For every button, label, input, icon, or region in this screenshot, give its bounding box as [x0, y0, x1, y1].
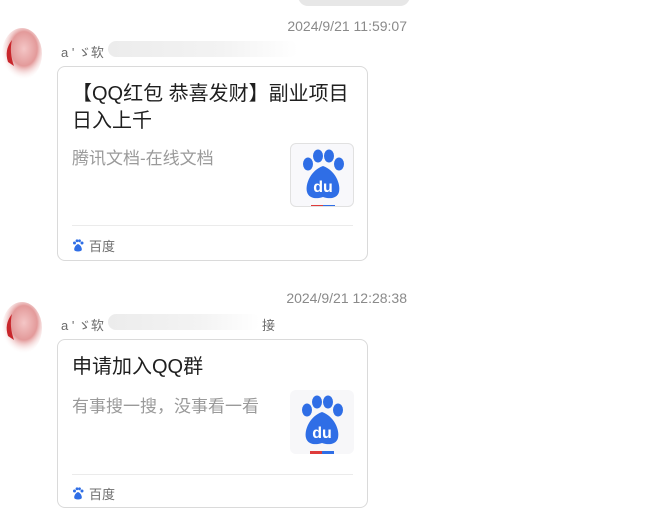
card-title: 【QQ红包 恭喜发财】副业项目日入上千: [72, 83, 349, 132]
baidu-paw-icon: du: [303, 149, 344, 206]
baidu-paw-icon: [73, 487, 84, 500]
card-divider: [72, 474, 353, 475]
sender-name-redaction: [108, 41, 298, 57]
sender-name: a ' ゞ软: [61, 318, 104, 333]
svg-text:du: du: [312, 425, 332, 442]
card-source: 百度: [72, 236, 115, 255]
card-description: 腾讯文档-在线文档: [72, 149, 214, 168]
sender-avatar[interactable]: [0, 22, 46, 82]
message-timestamp: 2024/9/21 12:28:38: [286, 290, 407, 306]
card-source: 百度: [72, 484, 115, 503]
previous-message-bubble: [298, 0, 410, 6]
card-source-label: 百度: [89, 239, 116, 254]
card-source-label: 百度: [89, 487, 116, 502]
sender-name-tail: 接: [262, 318, 276, 333]
sender-avatar[interactable]: [0, 296, 46, 356]
sender-name-redaction: [108, 314, 260, 330]
link-share-card[interactable]: 申请加入QQ群 有事搜一搜，没事看一看 du 百度: [57, 339, 368, 508]
card-divider: [72, 225, 353, 226]
svg-text:du: du: [313, 179, 333, 196]
sender-name: a ' ゞ软: [61, 45, 104, 60]
card-thumbnail: du: [290, 143, 354, 207]
baidu-paw-icon: [73, 239, 84, 252]
card-title: 申请加入QQ群: [72, 356, 204, 378]
card-description: 有事搜一搜，没事看一看: [72, 397, 259, 416]
baidu-paw-icon: du: [302, 395, 343, 454]
card-thumbnail: du: [290, 390, 354, 454]
message-timestamp: 2024/9/21 11:59:07: [287, 18, 407, 34]
link-share-card[interactable]: 【QQ红包 恭喜发财】副业项目日入上千 腾讯文档-在线文档 du 百度: [57, 66, 368, 261]
